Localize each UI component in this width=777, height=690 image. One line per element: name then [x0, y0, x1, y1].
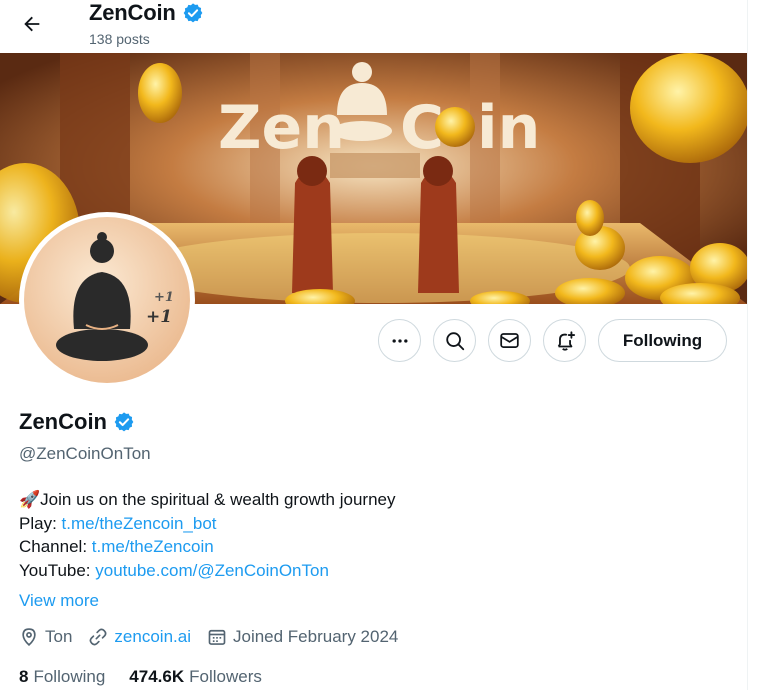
profile-name: ZenCoin: [19, 409, 107, 434]
avatar-badge-1: +1: [154, 290, 174, 305]
bio-play-label: Play:: [19, 513, 62, 533]
website-item: zencoin.ai: [88, 627, 191, 647]
message-button[interactable]: [488, 319, 531, 362]
profile-name-row: ZenCoin: [19, 409, 135, 435]
following-stat[interactable]: 8 Following: [19, 667, 105, 687]
location-text: Ton: [45, 627, 73, 646]
calendar-icon: [208, 629, 226, 645]
verified-badge-icon: [183, 3, 202, 23]
website-link[interactable]: zencoin.ai: [114, 627, 191, 647]
profile-meta: Ton zencoin.ai Joined February 2024: [19, 627, 414, 647]
joined-text: Joined February 2024: [232, 627, 399, 646]
profile-avatar[interactable]: +1 +1: [19, 212, 195, 388]
verified-badge-icon[interactable]: [113, 411, 135, 433]
search-icon: [445, 331, 464, 350]
view-more-link[interactable]: View more: [19, 591, 99, 611]
banner-logo-end: in: [477, 93, 540, 163]
following-count: 8: [19, 667, 29, 686]
search-button[interactable]: [433, 319, 476, 362]
header-title: ZenCoin: [89, 0, 204, 26]
bio-channel-link[interactable]: t.me/theZencoin: [92, 537, 214, 556]
mail-icon: [500, 333, 519, 348]
link-icon: [89, 628, 107, 646]
bio-channel-label: Channel:: [19, 537, 92, 556]
joined-item: Joined February 2024: [207, 627, 398, 647]
location-pin-icon: [22, 628, 36, 647]
followers-count: 474.6K: [129, 667, 185, 686]
posts-count: 138 posts: [89, 31, 150, 47]
profile-handle: @ZenCoinOnTon: [19, 444, 151, 463]
followers-stat[interactable]: 474.6K Followers: [129, 667, 262, 687]
avatar-badge-2: +1: [146, 307, 172, 327]
notify-button[interactable]: [543, 319, 586, 362]
header-name: ZenCoin: [89, 0, 176, 25]
more-button[interactable]: [378, 319, 421, 362]
bell-plus-icon: [557, 330, 575, 351]
avatar-image: +1 +1: [24, 217, 190, 383]
profile-stats: 8 Following 474.6K Followers: [19, 667, 262, 687]
more-icon: [392, 338, 407, 343]
followers-label: Followers: [189, 667, 262, 686]
bio-channel-line: Channel: t.me/theZencoin: [19, 535, 395, 559]
profile-header: ZenCoin 138 posts: [0, 0, 747, 53]
bio-line: 🚀Join us on the spiritual & wealth growt…: [19, 490, 396, 509]
banner-logo-left: Zen: [218, 93, 345, 163]
profile-bio: 🚀Join us on the spiritual & wealth growt…: [19, 488, 395, 582]
banner-logo-coin: [435, 107, 475, 147]
bio-youtube-label: YouTube:: [19, 560, 96, 580]
bio-youtube-link[interactable]: youtube.com/@ZenCoinOnTon: [95, 561, 329, 580]
following-label: Following: [33, 667, 106, 686]
bio-play-line: Play: t.me/theZencoin_bot: [19, 512, 395, 536]
following-button[interactable]: Following: [598, 319, 727, 362]
location-item: Ton: [19, 627, 72, 647]
bio-youtube-line: YouTube: youtube.com/@ZenCoinOnTon: [19, 559, 395, 583]
back-button[interactable]: [14, 6, 50, 42]
profile-column: ZenCoin 138 posts Zen C in +1 +1 Followi…: [0, 0, 748, 690]
arrow-left-icon: [24, 16, 40, 32]
bio-play-link[interactable]: t.me/theZencoin_bot: [62, 514, 217, 533]
